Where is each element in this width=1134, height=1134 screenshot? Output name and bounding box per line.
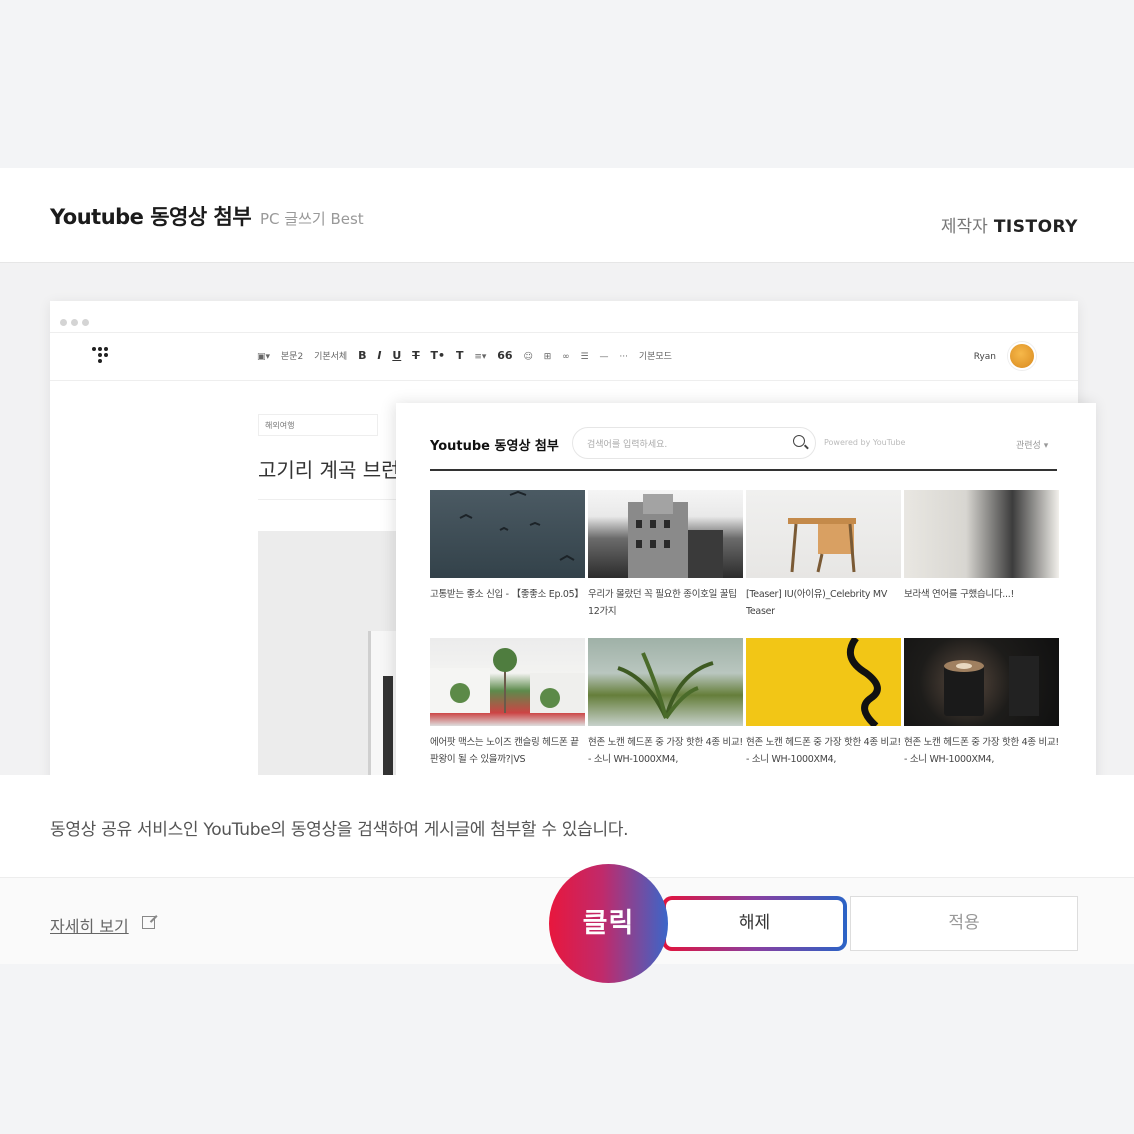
video-card[interactable]: 현존 노캔 헤드폰 중 가장 핫한 4종 비교! - 소니 WH-1000XM4… — [746, 638, 901, 768]
video-card[interactable]: 현존 노캔 헤드폰 중 가장 핫한 4종 비교! - 소니 WH-1000XM4… — [588, 638, 743, 768]
video-caption: 에어팟 맥스는 노이즈 캔슬링 헤드폰 끝판왕이 될 수 있을까?|VS — [430, 737, 579, 765]
plugin-description: 동영상 공유 서비스인 YouTube의 동영상을 검색하여 게시글에 첨부할 … — [50, 820, 629, 840]
strike-icon[interactable]: T — [412, 349, 420, 362]
quote-icon[interactable]: 66 — [497, 349, 512, 362]
video-caption: 현존 노캔 헤드폰 중 가장 핫한 4종 비교! - 소니 WH-1000XM4… — [904, 737, 1059, 765]
paragraph-select[interactable]: 본문2 — [281, 352, 303, 362]
video-caption: 현존 노캔 헤드폰 중 가장 핫한 4종 비교! - 소니 WH-1000XM4… — [746, 737, 901, 765]
video-card[interactable]: 보라색 연어를 구했습니다...! — [904, 490, 1059, 620]
palm-street-image — [430, 648, 585, 713]
modal-divider — [430, 469, 1057, 471]
plugin-preview: ▣▾ 본문2 기본서체 B I U T T• T ≡▾ 66 ☺ ⊞ ∞ ☰ —… — [0, 263, 1134, 775]
underline-icon[interactable]: U — [392, 349, 401, 362]
category-select[interactable]: 해외여행 — [258, 414, 378, 436]
plant-image — [617, 652, 714, 720]
video-card[interactable]: 에어팟 맥스는 노이즈 캔슬링 헤드폰 끝판왕이 될 수 있을까?|VS — [430, 638, 585, 768]
maker-info: 제작자 TISTORY — [941, 212, 1078, 237]
sort-select[interactable]: 관련성 ▾ — [1016, 438, 1048, 451]
list-icon[interactable]: ☰ — [581, 352, 589, 362]
video-card[interactable]: 우리가 몰랐던 꼭 필요한 종이호일 꿀팁 12가지 — [588, 490, 743, 620]
powered-by: Powered by YouTube — [824, 438, 906, 447]
avatar[interactable] — [1008, 342, 1036, 370]
link-icon[interactable]: ∞ — [562, 352, 570, 362]
release-button[interactable]: 해제 — [662, 896, 847, 951]
external-link-icon[interactable] — [142, 916, 155, 929]
video-caption: 우리가 몰랐던 꼭 필요한 종이호일 꿀팁 12가지 — [588, 589, 737, 617]
toolbar-tools: ▣▾ 본문2 기본서체 B I U T T• T ≡▾ 66 ☺ ⊞ ∞ ☰ —… — [257, 349, 680, 362]
user-area: Ryan — [974, 342, 1036, 370]
post-title[interactable]: 고기리 계곡 브런 — [258, 454, 400, 483]
video-card[interactable]: [Teaser] IU(아이유)_Celebrity MV Teaser — [746, 490, 901, 620]
video-thumbnail[interactable] — [904, 490, 1059, 578]
divider-icon[interactable]: — — [599, 352, 608, 362]
image-icon[interactable]: ▣▾ — [257, 352, 270, 362]
apply-button[interactable]: 적용 — [850, 896, 1078, 951]
modal-title: Youtube 동영상 첨부 — [430, 439, 559, 454]
tistory-logo-icon — [92, 347, 112, 367]
birds-image — [459, 490, 575, 561]
mode-select[interactable]: 기본모드 — [639, 352, 672, 362]
table-image — [788, 518, 856, 573]
italic-icon[interactable]: I — [377, 349, 381, 362]
window-dots — [50, 301, 1078, 333]
bold-icon[interactable]: B — [358, 349, 366, 362]
video-card[interactable]: 고통받는 좋소 신입 - 【좋좋소 Ep.05】 — [430, 490, 585, 620]
coffee-image — [944, 656, 1039, 716]
video-thumbnail[interactable] — [430, 638, 585, 726]
post-image — [258, 531, 408, 775]
video-thumbnail[interactable] — [430, 490, 585, 578]
video-thumbnail[interactable] — [746, 490, 901, 578]
video-thumbnail[interactable] — [588, 490, 743, 578]
video-caption: 고통받는 좋소 신입 - 【좋좋소 Ep.05】 — [430, 589, 584, 600]
font-select[interactable]: 기본서체 — [314, 352, 347, 362]
building-image — [628, 494, 723, 578]
plugin-subtitle: PC 글쓰기 Best — [260, 210, 364, 228]
search-placeholder: 검색어를 입력하세요. — [587, 440, 668, 450]
more-icon[interactable]: ··· — [619, 352, 628, 362]
youtube-search-input[interactable]: 검색어를 입력하세요. — [572, 427, 816, 459]
maker-label: 제작자 — [940, 217, 988, 237]
more-info-link[interactable]: 자세히 보기 — [50, 913, 129, 937]
video-caption: 현존 노캔 헤드폰 중 가장 핫한 4종 비교! - 소니 WH-1000XM4… — [588, 737, 743, 765]
user-name: Ryan — [973, 352, 996, 362]
video-caption: 보라색 연어를 구했습니다...! — [904, 589, 1014, 600]
video-thumbnail[interactable] — [588, 638, 743, 726]
plugin-header: Youtube 동영상 첨부 PC 글쓰기 Best 제작자 TISTORY — [0, 168, 1134, 263]
maker-name: TISTORY — [993, 217, 1078, 237]
headphone-cable-image — [846, 638, 881, 726]
plugin-title: Youtube 동영상 첨부 — [50, 205, 252, 229]
search-icon[interactable] — [793, 435, 805, 447]
video-card[interactable]: 현존 노캔 헤드폰 중 가장 핫한 4종 비교! - 소니 WH-1000XM4… — [904, 638, 1059, 768]
video-thumbnail[interactable] — [746, 638, 901, 726]
video-thumbnail[interactable] — [904, 638, 1059, 726]
text-bg-icon[interactable]: T — [456, 349, 464, 362]
click-badge: 클릭 — [549, 864, 668, 983]
title-divider — [258, 499, 408, 500]
table-icon[interactable]: ⊞ — [544, 352, 552, 362]
text-color-icon[interactable]: T• — [431, 349, 446, 362]
video-caption: [Teaser] IU(아이유)_Celebrity MV Teaser — [746, 589, 888, 617]
youtube-modal: Youtube 동영상 첨부 검색어를 입력하세요. Powered by Yo… — [396, 403, 1096, 775]
description-panel: 동영상 공유 서비스인 YouTube의 동영상을 검색하여 게시글에 첨부할 … — [0, 775, 1134, 878]
editor-toolbar: ▣▾ 본문2 기본서체 B I U T T• T ≡▾ 66 ☺ ⊞ ∞ ☰ —… — [50, 333, 1078, 381]
emoji-icon[interactable]: ☺ — [523, 352, 532, 362]
align-icon[interactable]: ≡▾ — [474, 352, 486, 362]
